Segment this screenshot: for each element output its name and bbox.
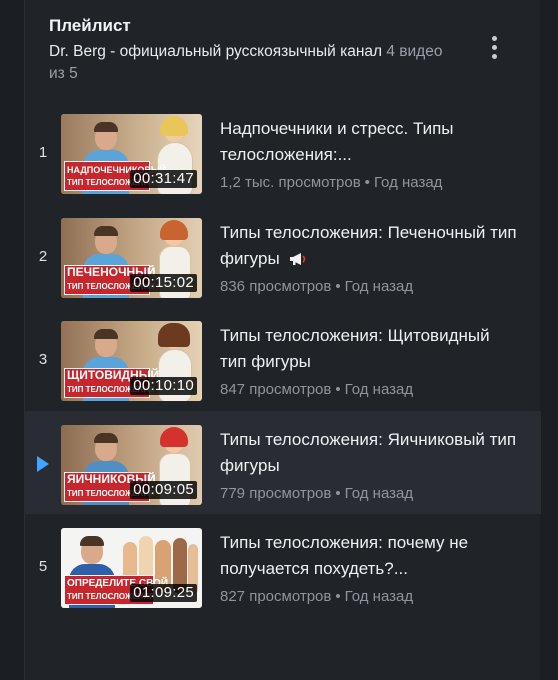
video-duration: 00:31:47 <box>130 170 197 188</box>
playlist-header: Плейлист Dr. Berg - официальный русскояз… <box>49 14 445 85</box>
video-meta: Надпочечники и стресс. Типы телосложения… <box>220 116 520 193</box>
separator: • <box>335 277 341 295</box>
video-title[interactable]: Типы телосложения: Яичниковый тип фигуры <box>220 427 520 479</box>
video-thumbnail[interactable]: ЯИЧНИКОВЫЙ ТИП ТЕЛОСЛОЖЕНИЯ 00:09:05 <box>61 424 202 505</box>
megaphone-icon <box>289 253 305 266</box>
video-stats: 1,2 тыс. просмотров • Год назад <box>220 173 520 193</box>
playlist-panel: Плейлист Dr. Berg - официальный русскояз… <box>24 0 541 680</box>
playlist-item[interactable]: 1 НАДПОЧЕЧНИКОВЫЙ ТИП ТЕЛОСЛОЖЕНИЯ 00:31… <box>25 100 541 204</box>
video-thumbnail[interactable]: НАДПОЧЕЧНИКОВЫЙ ТИП ТЕЛОСЛОЖЕНИЯ 00:31:4… <box>61 114 202 194</box>
view-count: 1,2 тыс. просмотров <box>220 174 361 191</box>
upload-age: Год назад <box>373 174 443 191</box>
separator: • <box>335 381 341 398</box>
video-stats: 779 просмотров • Год назад <box>220 484 520 504</box>
upload-age: Год назад <box>344 484 414 502</box>
view-count: 836 просмотров <box>220 277 332 295</box>
item-index: 3 <box>38 351 48 368</box>
video-duration: 00:15:02 <box>130 273 197 292</box>
video-meta: Типы телосложения: Яичниковый тип фигуры… <box>220 427 520 504</box>
view-count: 827 просмотров <box>220 588 332 605</box>
playlist-item[interactable]: 2 ПЕЧЕНОЧНЫЙ ТИП ТЕЛОСЛОЖЕНИЯ 00:15:02 Т… <box>25 204 541 308</box>
separator: • <box>335 588 341 605</box>
upload-age: Год назад <box>344 277 414 295</box>
playlist-items: 1 НАДПОЧЕЧНИКОВЫЙ ТИП ТЕЛОСЛОЖЕНИЯ 00:31… <box>25 100 541 618</box>
item-index: 1 <box>38 144 48 161</box>
separator: • <box>364 174 370 191</box>
playlist-item[interactable]: 5 ОПРЕДЕЛИТЕ СВОЙ ТИП ТЕЛОСЛОЖЕНИЯ 01:09… <box>25 514 541 618</box>
item-index: 5 <box>38 558 48 575</box>
item-index: 2 <box>38 247 48 265</box>
video-title[interactable]: Типы телосложения: Печеночный тип фигуры <box>220 220 520 272</box>
video-duration: 00:09:05 <box>130 480 197 499</box>
video-meta: Типы телосложения: Печеночный тип фигуры… <box>220 220 520 297</box>
video-title[interactable]: Типы телосложения: почему не получается … <box>220 530 520 582</box>
more-vert-icon[interactable] <box>488 36 500 66</box>
upload-age: Год назад <box>344 381 414 398</box>
video-stats: 836 просмотров • Год назад <box>220 277 520 297</box>
video-thumbnail[interactable]: ЩИТОВИДНЫЙ ТИП ТЕЛОСЛОЖЕНИЯ 00:10:10 <box>61 321 202 401</box>
video-meta: Типы телосложения: Щитовидный тип фигуры… <box>220 323 520 400</box>
video-duration: 00:10:10 <box>130 377 197 395</box>
view-count: 847 просмотров <box>220 381 332 398</box>
separator: • <box>335 484 341 502</box>
video-title[interactable]: Типы телосложения: Щитовидный тип фигуры <box>220 323 520 375</box>
video-meta: Типы телосложения: почему не получается … <box>220 530 520 607</box>
video-thumbnail[interactable]: ПЕЧЕНОЧНЫЙ ТИП ТЕЛОСЛОЖЕНИЯ 00:15:02 <box>61 217 202 298</box>
playlist-subtitle: Dr. Berg - официальный русскоязычный кан… <box>49 41 445 85</box>
video-stats: 847 просмотров • Год назад <box>220 380 520 400</box>
playlist-item-active[interactable]: ЯИЧНИКОВЫЙ ТИП ТЕЛОСЛОЖЕНИЯ 00:09:05 Тип… <box>25 410 541 514</box>
playlist-channel[interactable]: Dr. Berg - официальный русскоязычный кан… <box>49 43 382 60</box>
upload-age: Год назад <box>344 588 414 605</box>
video-duration: 01:09:25 <box>130 584 197 602</box>
playlist-item[interactable]: 3 ЩИТОВИДНЫЙ ТИП ТЕЛОСЛОЖЕНИЯ 00:10:10 Т… <box>25 307 541 411</box>
now-playing-icon <box>37 455 49 472</box>
video-title[interactable]: Надпочечники и стресс. Типы телосложения… <box>220 116 520 168</box>
view-count: 779 просмотров <box>220 484 332 502</box>
video-stats: 827 просмотров • Год назад <box>220 587 520 607</box>
video-thumbnail[interactable]: ОПРЕДЕЛИТЕ СВОЙ ТИП ТЕЛОСЛОЖЕНИЯ 01:09:2… <box>61 528 202 608</box>
playlist-title: Плейлист <box>49 16 131 35</box>
